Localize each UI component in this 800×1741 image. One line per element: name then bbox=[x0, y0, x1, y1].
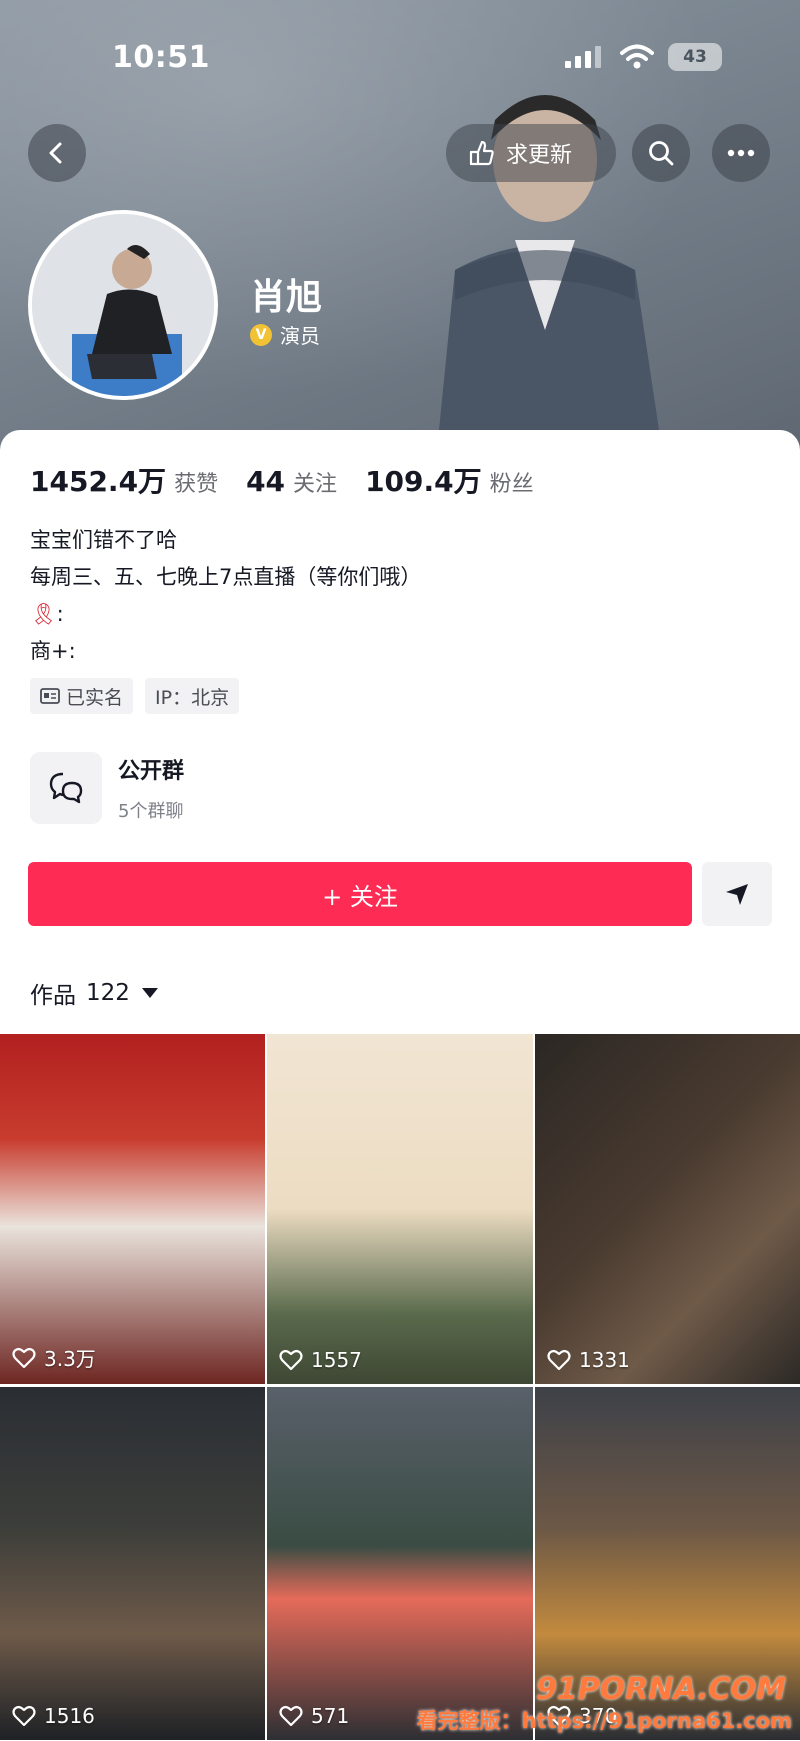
bio-line: 🎗: bbox=[30, 602, 64, 626]
group-title: 公开群 bbox=[118, 759, 185, 784]
request-update-button[interactable]: 求更新 bbox=[446, 124, 616, 182]
bio-line: 每周三、五、七晚上7点直播（等你们哦） bbox=[30, 565, 422, 589]
bio-line: 商+: bbox=[30, 639, 76, 663]
send-arrow-icon bbox=[726, 884, 748, 905]
followers-count[interactable]: 109.4万 bbox=[365, 460, 482, 500]
like-count: 1557 bbox=[279, 1348, 362, 1372]
profile-header: 10:51 43 求更新 肖旭 V 演员 bbox=[0, 0, 800, 450]
group-subtitle: 5个群聊 bbox=[118, 801, 184, 822]
following-label[interactable]: 关注 bbox=[293, 466, 337, 498]
watermark-logo: 91PORNA.COM bbox=[536, 1672, 786, 1707]
works-count: 122 bbox=[86, 980, 130, 1006]
followers-label[interactable]: 粉丝 bbox=[490, 466, 534, 498]
watermark-url: 看完整版：https://91porna61.com bbox=[416, 1709, 792, 1733]
battery-indicator: 43 bbox=[668, 43, 722, 71]
following-count[interactable]: 44 bbox=[246, 465, 285, 498]
video-tile[interactable]: 1331 bbox=[535, 1034, 800, 1384]
video-tile[interactable]: 1516 bbox=[0, 1387, 265, 1740]
more-options-button[interactable] bbox=[712, 124, 770, 182]
ribbon-icon: 🎗 bbox=[30, 602, 57, 626]
profile-role: V 演员 bbox=[250, 320, 320, 349]
heart-icon bbox=[547, 1349, 571, 1371]
verified-tag-label: 已实名 bbox=[66, 686, 124, 709]
group-chat-icon bbox=[30, 752, 102, 824]
bio-line: 宝宝们错不了哈 bbox=[30, 528, 177, 552]
bio: 宝宝们错不了哈 每周三、五、七晚上7点直播（等你们哦） 🎗: 商+: bbox=[30, 522, 421, 670]
role-label: 演员 bbox=[280, 324, 320, 348]
verified-badge-icon: V bbox=[250, 323, 272, 346]
stats-row: 1452.4万 获赞 44 关注 109.4万 粉丝 bbox=[30, 460, 562, 500]
ip-location-tag: IP：北京 bbox=[145, 678, 240, 714]
clock: 10:51 bbox=[112, 40, 210, 75]
video-grid: 3.3万 1557 1331 1516 571 370 bbox=[0, 1034, 800, 1741]
heart-icon bbox=[12, 1705, 36, 1727]
like-count: 1331 bbox=[547, 1348, 630, 1372]
search-icon bbox=[649, 141, 674, 166]
heart-icon bbox=[279, 1705, 303, 1727]
like-count: 1516 bbox=[12, 1704, 95, 1728]
request-update-label: 求更新 bbox=[506, 143, 573, 168]
profile-tags: 已实名 IP：北京 bbox=[30, 678, 240, 714]
wifi-icon bbox=[620, 44, 654, 69]
avatar-photo bbox=[32, 214, 214, 396]
profile-card: 1452.4万 获赞 44 关注 109.4万 粉丝 宝宝们错不了哈 每周三、五… bbox=[0, 430, 800, 1030]
heart-icon bbox=[279, 1349, 303, 1371]
like-count: 571 bbox=[279, 1704, 349, 1728]
heart-icon bbox=[12, 1347, 36, 1368]
likes-label: 获赞 bbox=[174, 472, 219, 497]
video-tile[interactable]: 3.3万 bbox=[0, 1034, 265, 1384]
hand-pointer-icon bbox=[469, 140, 494, 166]
cellular-signal-icon bbox=[565, 46, 601, 68]
like-count: 3.3万 bbox=[12, 1343, 96, 1372]
avatar[interactable] bbox=[28, 210, 218, 400]
back-button[interactable] bbox=[28, 124, 86, 182]
public-group-entry[interactable]: 公开群 5个群聊 bbox=[30, 752, 184, 824]
follow-button[interactable]: + 关注 bbox=[28, 862, 692, 926]
video-tile[interactable]: 1557 bbox=[267, 1034, 533, 1384]
search-button[interactable] bbox=[632, 124, 690, 182]
works-tab[interactable]: 作品 122 bbox=[30, 976, 158, 1010]
chevron-left-icon bbox=[49, 142, 62, 164]
id-card-icon bbox=[40, 688, 60, 704]
share-button[interactable] bbox=[702, 862, 772, 926]
caret-down-icon bbox=[141, 988, 158, 998]
profile-name: 肖旭 bbox=[250, 277, 323, 318]
status-bar: 10:51 43 bbox=[0, 40, 800, 80]
likes-count: 1452.4万 bbox=[30, 465, 167, 498]
video-tile[interactable]: 571 bbox=[267, 1387, 533, 1740]
more-dots-icon bbox=[727, 149, 755, 157]
verified-tag: 已实名 bbox=[30, 678, 134, 714]
ip-location-label: IP：北京 bbox=[155, 686, 230, 709]
works-label: 作品 bbox=[30, 983, 76, 1009]
